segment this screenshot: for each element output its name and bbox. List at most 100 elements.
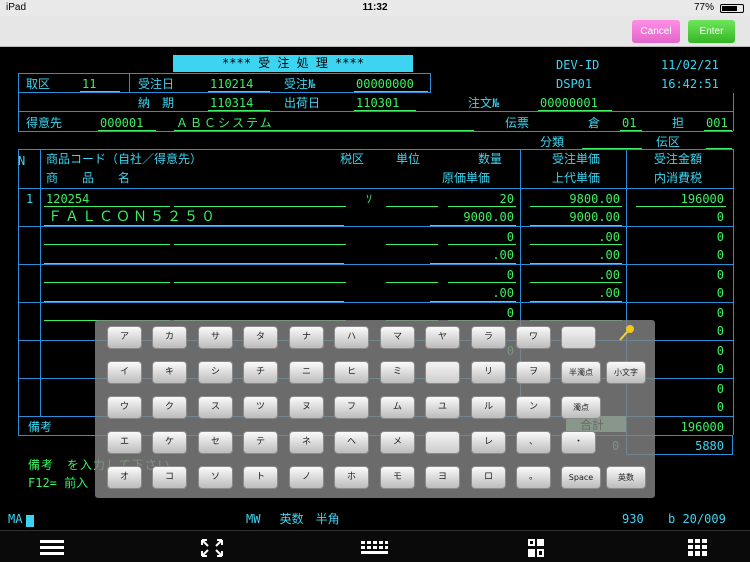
kura-field[interactable]: 01: [622, 116, 636, 130]
key-ミ[interactable]: ミ: [380, 361, 415, 384]
menu-icon[interactable]: [36, 537, 68, 559]
key-blank-1-7[interactable]: [425, 361, 460, 384]
key-ヤ[interactable]: ヤ: [425, 326, 460, 349]
key-。[interactable]: 。: [516, 466, 551, 489]
line-qty-field[interactable]: 0: [448, 230, 514, 244]
key-ク[interactable]: ク: [152, 396, 187, 419]
juchubi-field[interactable]: 110214: [210, 77, 253, 91]
key-セ[interactable]: セ: [198, 431, 233, 454]
key-ヘ[interactable]: ヘ: [334, 431, 369, 454]
key-ル[interactable]: ル: [471, 396, 506, 419]
key-ウ[interactable]: ウ: [107, 396, 142, 419]
line-qty-field[interactable]: 0: [448, 306, 514, 320]
key-マ[interactable]: マ: [380, 326, 415, 349]
key-リ[interactable]: リ: [471, 361, 506, 384]
col-genka-tanka: 原価単価: [442, 171, 491, 185]
key-英数[interactable]: 英数: [606, 466, 646, 489]
key-ネ[interactable]: ネ: [289, 431, 324, 454]
status-code: 930: [622, 512, 644, 526]
chumon-field[interactable]: 00000001: [540, 96, 598, 110]
keyboard-icon[interactable]: [358, 537, 390, 559]
tan-field[interactable]: 001: [706, 116, 728, 130]
key-シ[interactable]: シ: [198, 361, 233, 384]
key-キ[interactable]: キ: [152, 361, 187, 384]
key-ロ[interactable]: ロ: [471, 466, 506, 489]
key-ヲ[interactable]: ヲ: [516, 361, 551, 384]
key-半濁点[interactable]: 半濁点: [561, 361, 601, 384]
line-cost-field[interactable]: .00: [430, 248, 514, 262]
line-cost-field[interactable]: .00: [430, 286, 514, 300]
key-ヌ[interactable]: ヌ: [289, 396, 324, 419]
key-ヨ[interactable]: ヨ: [425, 466, 460, 489]
key-ナ[interactable]: ナ: [289, 326, 324, 349]
col-shohin-code: 商品コード（自社／得意先）: [46, 152, 203, 166]
key-ム[interactable]: ム: [380, 396, 415, 419]
key-ニ[interactable]: ニ: [289, 361, 324, 384]
key-モ[interactable]: モ: [380, 466, 415, 489]
key-ケ[interactable]: ケ: [152, 431, 187, 454]
col-jodai-tanka: 上代単価: [552, 171, 601, 185]
key-カ[interactable]: カ: [152, 326, 187, 349]
key-ヒ[interactable]: ヒ: [334, 361, 369, 384]
key-blank-3-7[interactable]: [425, 431, 460, 454]
line-retail-field[interactable]: .00: [530, 248, 620, 262]
noki-field[interactable]: 110314: [210, 96, 253, 110]
key-チ[interactable]: チ: [243, 361, 278, 384]
key-テ[interactable]: テ: [243, 431, 278, 454]
numpad-icon[interactable]: [682, 537, 714, 559]
key-ワ[interactable]: ワ: [516, 326, 551, 349]
key-blank-0-10[interactable]: [561, 326, 596, 349]
key-レ[interactable]: レ: [471, 431, 506, 454]
key-ト[interactable]: ト: [243, 466, 278, 489]
line-price-field[interactable]: .00: [530, 230, 620, 244]
key-エ[interactable]: エ: [107, 431, 142, 454]
fullscreen-icon[interactable]: [196, 537, 228, 559]
line-tax: 0: [716, 286, 724, 300]
line-amount: 0: [716, 268, 724, 282]
key-pin-icon: [619, 325, 634, 341]
key-ス[interactable]: ス: [198, 396, 233, 419]
key-ツ[interactable]: ツ: [243, 396, 278, 419]
line-price-field[interactable]: .00: [530, 268, 620, 282]
key-フ[interactable]: フ: [334, 396, 369, 419]
line-price-field[interactable]: 9800.00: [530, 192, 620, 206]
line-code-field[interactable]: 120254: [46, 192, 89, 206]
key-Space[interactable]: Space: [561, 466, 601, 489]
key-サ[interactable]: サ: [198, 326, 233, 349]
key-ユ[interactable]: ユ: [425, 396, 460, 419]
key-ノ[interactable]: ノ: [289, 466, 324, 489]
enter-button[interactable]: Enter: [688, 20, 735, 43]
col-zeiku: 税区: [340, 152, 365, 166]
line-cost-field[interactable]: 9000.00: [430, 210, 514, 224]
line-qty-field[interactable]: 20: [448, 192, 514, 206]
tokuisaki-code-field[interactable]: 000001: [100, 116, 143, 130]
line-name-field[interactable]: ＦＡＬＣＯＮ５２５０: [48, 210, 218, 224]
shukkabi-field[interactable]: 110301: [356, 96, 399, 110]
key-ソ[interactable]: ソ: [198, 466, 233, 489]
key-イ[interactable]: イ: [107, 361, 142, 384]
juchubi-label: 受注日: [138, 77, 175, 91]
key-コ[interactable]: コ: [152, 466, 187, 489]
conversion-icon[interactable]: [520, 537, 552, 559]
key-メ[interactable]: メ: [380, 431, 415, 454]
key-オ[interactable]: オ: [107, 466, 142, 489]
key-・[interactable]: ・: [561, 431, 596, 454]
torikubun-field[interactable]: 11: [82, 77, 96, 91]
line-qty-field[interactable]: 0: [448, 268, 514, 282]
col-juchu-kingaku: 受注金額: [654, 152, 703, 166]
key-濁点[interactable]: 濁点: [561, 396, 601, 419]
key-、[interactable]: 、: [516, 431, 551, 454]
key-ア[interactable]: ア: [107, 326, 142, 349]
line-retail-field[interactable]: .00: [530, 286, 620, 300]
key-ン[interactable]: ン: [516, 396, 551, 419]
line-no: 1: [26, 192, 34, 206]
key-小文字[interactable]: 小文字: [606, 361, 646, 384]
line-retail-field[interactable]: 9000.00: [530, 210, 620, 224]
line-zei-field[interactable]: ｿ: [366, 192, 372, 206]
juchuno-field[interactable]: 00000000: [356, 77, 414, 91]
key-ハ[interactable]: ハ: [334, 326, 369, 349]
cancel-button[interactable]: Cancel: [632, 20, 680, 43]
key-ラ[interactable]: ラ: [471, 326, 506, 349]
key-ホ[interactable]: ホ: [334, 466, 369, 489]
key-タ[interactable]: タ: [243, 326, 278, 349]
